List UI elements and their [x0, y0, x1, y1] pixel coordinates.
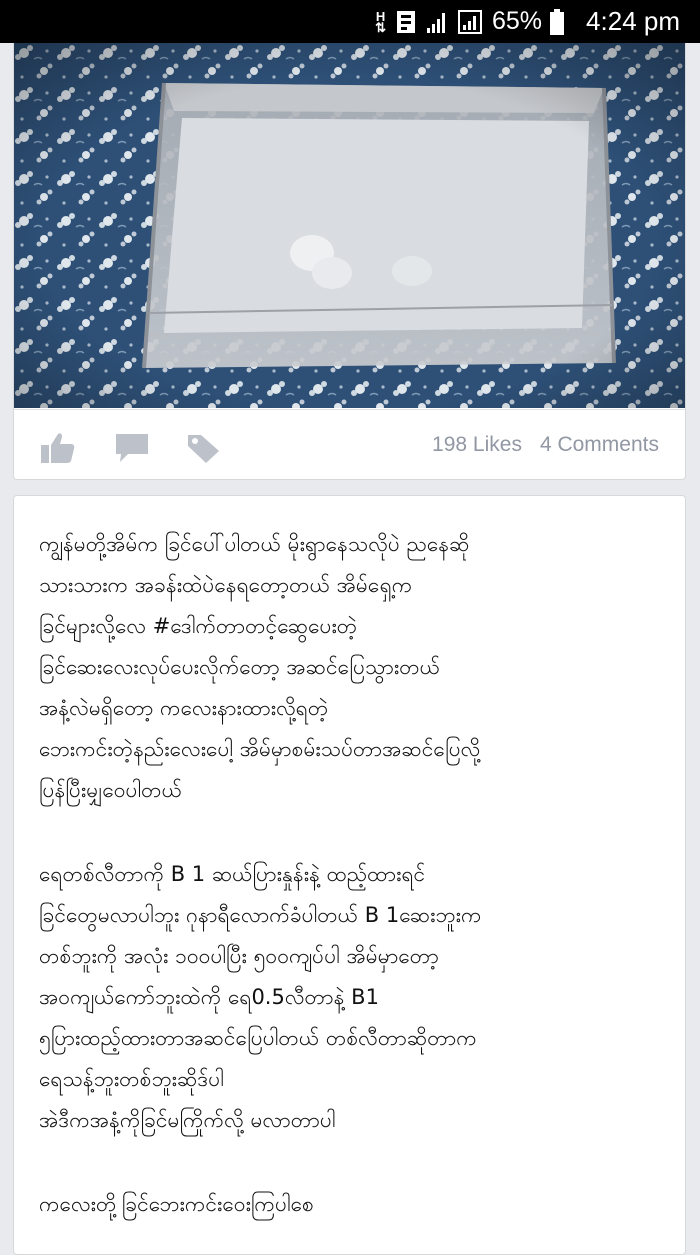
post-line: ဘေးကင်းတဲ့နည်းလေးပေါ့ အိမ်မှာစမ်းသပ်တာအဆ…	[39, 737, 481, 761]
status-bar: H ⇅ 65% 4:24 pm	[0, 0, 700, 43]
likes-count[interactable]: 198 Likes	[432, 433, 522, 456]
photo-post-card: 198 Likes 4 Comments	[13, 43, 686, 480]
post-line: ရေတစ်လီတာကို B 1 ဆယ်ပြားနှုန်းနဲ့ ထည့်ထာ…	[39, 862, 426, 886]
battery-percent: 65%	[492, 7, 543, 35]
post-line: တစ်ဘူးကို အလုံး ၁၀၀ပါပြီး ၅၀၀ကျပ်ပါ အိမ်…	[39, 944, 439, 968]
signal-icon	[426, 10, 448, 34]
post-line: ရေသန့်ဘူးတစ်ဘူးဆိုဒ်ပါ	[39, 1067, 224, 1091]
post-line: ခြင်များလို့လေ #ဒေါက်တာတင့်ဆွေပေးတဲ့	[39, 614, 358, 638]
post-line: အနံ့လဲမရှိတော့ ကလေးနားထားလို့ရတဲ့	[39, 696, 329, 720]
post-line: ၅ပြားထည့်ထားတာအဆင်ပြေပါတယ် တစ်လီတာဆိုတာက	[39, 1026, 477, 1050]
comment-icon[interactable]	[114, 432, 150, 464]
comments-count[interactable]: 4 Comments	[540, 433, 659, 456]
text-post-card: ကျွန်မတို့အိမ်က ခြင်ပေါ်ပါတယ် မိုးရွာနေသ…	[13, 495, 686, 1255]
post-photo[interactable]	[14, 43, 685, 408]
tag-icon[interactable]	[186, 432, 222, 464]
post-line: ခြင်တွေမလာပါဘူး ဂုနာရီလောက်ခံပါတယ် B 1ဆေ…	[39, 903, 482, 927]
post-line: အဲဒီကအနံ့ကိုခြင်မကြိုက်လို့ မလာတာပါ	[39, 1108, 336, 1132]
signal-icon	[458, 9, 482, 34]
thumbs-up-icon[interactable]	[40, 432, 76, 464]
battery-icon	[550, 8, 565, 35]
reaction-counts: 198 Likes 4 Comments	[432, 433, 659, 457]
post-line: ပြန်ပြီးမျှဝေပါတယ်	[39, 778, 182, 802]
post-body: ကျွန်မတို့အိမ်က ခြင်ပေါ်ပါတယ် မိုးရွာနေသ…	[39, 524, 669, 1225]
notification-icon	[396, 10, 416, 34]
data-arrows-icon: H ⇅	[375, 8, 386, 35]
post-line: ခြင်ဆေးလေးလုပ်ပေးလိုက်တော့ အဆင်ပြေသွားတယ…	[39, 655, 441, 679]
post-line: ကလေးတို့ခြင်ဘေးကင်းဝေးကြပါစေ	[39, 1192, 314, 1216]
post-line: သားသားက အခန်းထဲပဲနေရတော့တယ် အိမ်ရှေ့က	[39, 573, 413, 597]
network-type-label: H	[375, 8, 386, 24]
post-action-bar: 198 Likes 4 Comments	[14, 409, 685, 479]
post-line: အဝကျယ်ကော်ဘူးထဲကို ရေ0.5လီတာနဲ့ B1	[39, 985, 379, 1009]
post-line: ကျွန်မတို့အိမ်က ခြင်ပေါ်ပါတယ် မိုးရွာနေသ…	[39, 532, 470, 556]
clock: 4:24 pm	[586, 6, 680, 36]
